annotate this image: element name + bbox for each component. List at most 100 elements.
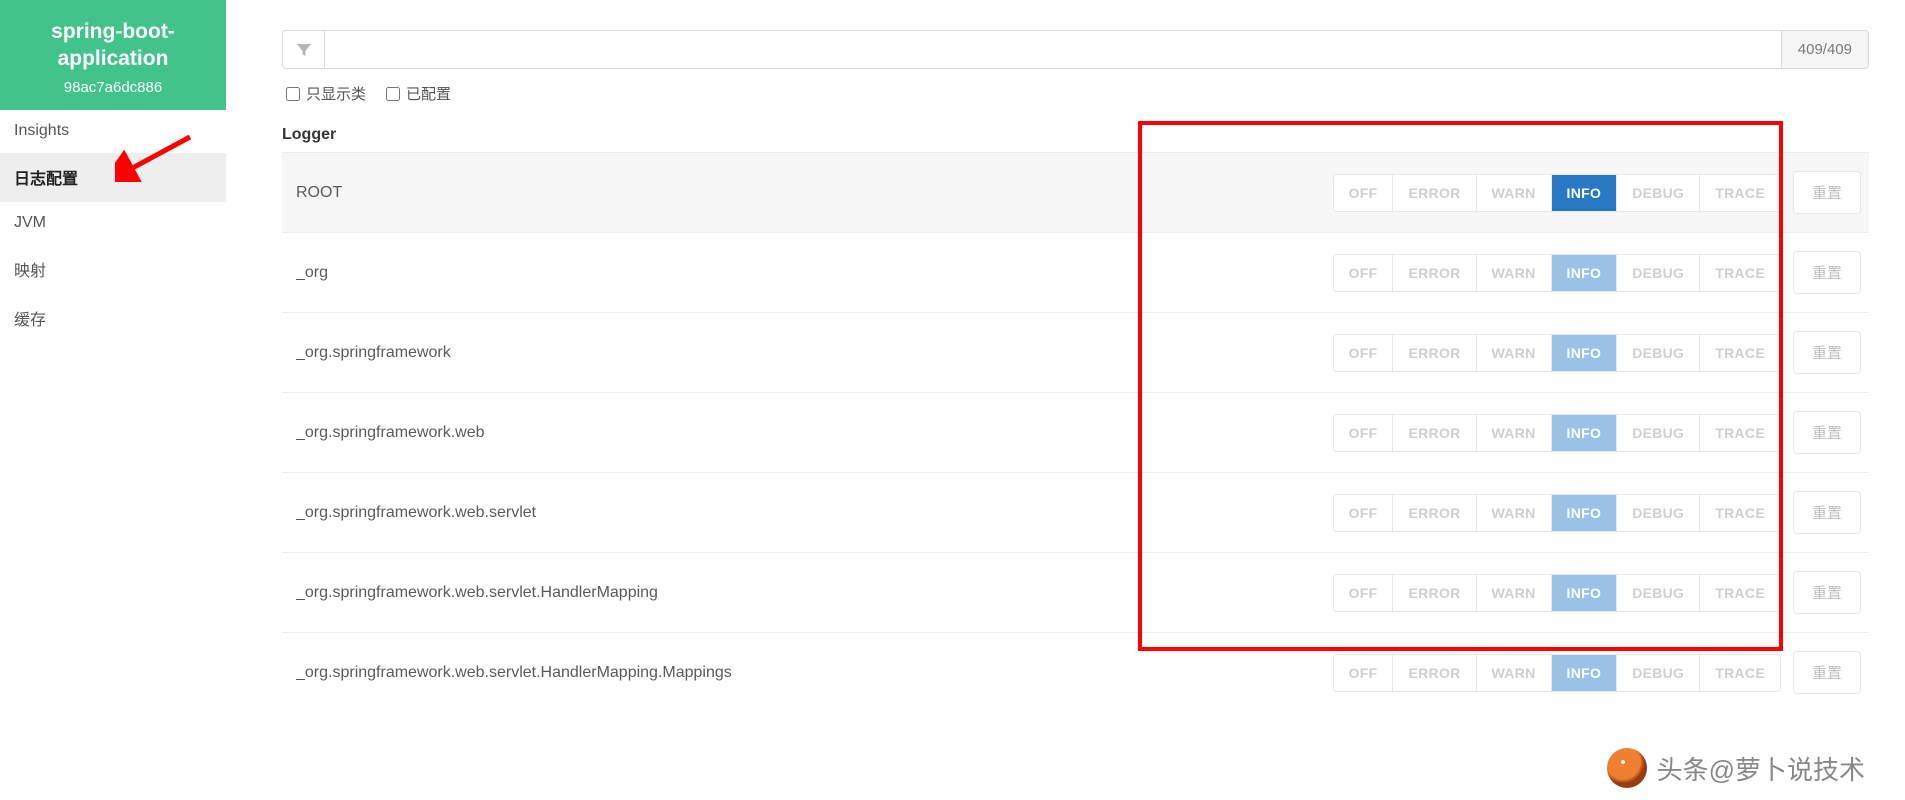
level-info-button[interactable]: INFO — [1552, 655, 1618, 691]
level-off-button[interactable]: OFF — [1334, 255, 1394, 291]
reset-button[interactable]: 重置 — [1793, 571, 1861, 614]
watermark-text: 头条@萝卜说技术 — [1657, 750, 1865, 787]
level-trace-button[interactable]: TRACE — [1700, 335, 1780, 371]
reset-button[interactable]: 重置 — [1793, 171, 1861, 214]
level-buttons: OFFERRORWARNINFODEBUGTRACE — [1333, 174, 1781, 212]
logger-controls: OFFERRORWARNINFODEBUGTRACE 重置 — [1333, 171, 1861, 214]
level-trace-button[interactable]: TRACE — [1700, 175, 1780, 211]
level-buttons: OFFERRORWARNINFODEBUGTRACE — [1333, 334, 1781, 372]
reset-button[interactable]: 重置 — [1793, 491, 1861, 534]
level-error-button[interactable]: ERROR — [1393, 495, 1476, 531]
logger-controls: OFFERRORWARNINFODEBUGTRACE 重置 — [1333, 571, 1861, 614]
logger-controls: OFFERRORWARNINFODEBUGTRACE 重置 — [1333, 491, 1861, 534]
logger-controls: OFFERRORWARNINFODEBUGTRACE 重置 — [1333, 411, 1861, 454]
filter-count: 409/409 — [1781, 31, 1868, 68]
logger-row: _org.springframework.web.servletOFFERROR… — [282, 472, 1869, 552]
level-info-button[interactable]: INFO — [1552, 415, 1618, 451]
sidebar-item-1[interactable]: 日志配置 — [0, 153, 226, 202]
level-info-button[interactable]: INFO — [1552, 175, 1618, 211]
level-trace-button[interactable]: TRACE — [1700, 415, 1780, 451]
level-error-button[interactable]: ERROR — [1393, 415, 1476, 451]
level-buttons: OFFERRORWARNINFODEBUGTRACE — [1333, 254, 1781, 292]
level-error-button[interactable]: ERROR — [1393, 575, 1476, 611]
logger-name: _org.springframework.web — [296, 424, 1333, 442]
level-trace-button[interactable]: TRACE — [1700, 575, 1780, 611]
app-instance-id: 98ac7a6dc886 — [10, 79, 216, 96]
only-classes-input[interactable] — [286, 87, 300, 101]
level-off-button[interactable]: OFF — [1334, 495, 1394, 531]
level-warn-button[interactable]: WARN — [1477, 655, 1552, 691]
level-trace-button[interactable]: TRACE — [1700, 255, 1780, 291]
level-trace-button[interactable]: TRACE — [1700, 495, 1780, 531]
logger-name: _org.springframework.web.servlet.Handler… — [296, 584, 1333, 602]
main-content: 409/409 只显示类 已配置 Logger ROOTOFFERRORWARN… — [226, 0, 1905, 800]
level-info-button[interactable]: INFO — [1552, 335, 1618, 371]
level-debug-button[interactable]: DEBUG — [1617, 175, 1700, 211]
level-debug-button[interactable]: DEBUG — [1617, 495, 1700, 531]
level-error-button[interactable]: ERROR — [1393, 335, 1476, 371]
reset-button[interactable]: 重置 — [1793, 651, 1861, 694]
reset-button[interactable]: 重置 — [1793, 411, 1861, 454]
configured-input[interactable] — [386, 87, 400, 101]
level-trace-button[interactable]: TRACE — [1700, 655, 1780, 691]
level-off-button[interactable]: OFF — [1334, 175, 1394, 211]
logger-row: ROOTOFFERRORWARNINFODEBUGTRACE 重置 — [282, 152, 1869, 232]
only-classes-label: 只显示类 — [306, 83, 366, 104]
level-info-button[interactable]: INFO — [1552, 495, 1618, 531]
level-buttons: OFFERRORWARNINFODEBUGTRACE — [1333, 494, 1781, 532]
logger-name: _org.springframework.web.servlet.Handler… — [296, 664, 1333, 682]
level-buttons: OFFERRORWARNINFODEBUGTRACE — [1333, 654, 1781, 692]
logger-name: ROOT — [296, 184, 1333, 202]
sidebar: spring-boot-application 98ac7a6dc886 Ins… — [0, 0, 226, 800]
logger-table: ROOTOFFERRORWARNINFODEBUGTRACE重置_orgOFFE… — [282, 152, 1869, 712]
reset-button[interactable]: 重置 — [1793, 251, 1861, 294]
level-debug-button[interactable]: DEBUG — [1617, 335, 1700, 371]
level-error-button[interactable]: ERROR — [1393, 255, 1476, 291]
configured-label: 已配置 — [406, 83, 451, 104]
level-off-button[interactable]: OFF — [1334, 415, 1394, 451]
sidebar-item-0[interactable]: Insights — [0, 110, 226, 153]
logger-row: _org.springframework.webOFFERRORWARNINFO… — [282, 392, 1869, 472]
watermark-avatar-icon — [1607, 748, 1647, 788]
level-error-button[interactable]: ERROR — [1393, 175, 1476, 211]
level-warn-button[interactable]: WARN — [1477, 335, 1552, 371]
logger-controls: OFFERRORWARNINFODEBUGTRACE 重置 — [1333, 251, 1861, 294]
level-warn-button[interactable]: WARN — [1477, 495, 1552, 531]
level-debug-button[interactable]: DEBUG — [1617, 575, 1700, 611]
level-off-button[interactable]: OFF — [1334, 655, 1394, 691]
logger-controls: OFFERRORWARNINFODEBUGTRACE 重置 — [1333, 331, 1861, 374]
logger-row: _org.springframework.web.servlet.Handler… — [282, 552, 1869, 632]
reset-button[interactable]: 重置 — [1793, 331, 1861, 374]
level-off-button[interactable]: OFF — [1334, 335, 1394, 371]
level-warn-button[interactable]: WARN — [1477, 255, 1552, 291]
only-classes-checkbox[interactable]: 只显示类 — [286, 83, 366, 104]
configured-checkbox[interactable]: 已配置 — [386, 83, 451, 104]
level-info-button[interactable]: INFO — [1552, 255, 1618, 291]
watermark: 头条@萝卜说技术 — [1607, 748, 1865, 788]
level-warn-button[interactable]: WARN — [1477, 575, 1552, 611]
level-debug-button[interactable]: DEBUG — [1617, 255, 1700, 291]
filter-input[interactable] — [325, 31, 1781, 68]
level-debug-button[interactable]: DEBUG — [1617, 415, 1700, 451]
sidebar-item-3[interactable]: 映射 — [0, 245, 226, 294]
logger-row: _org.springframework.web.servlet.Handler… — [282, 632, 1869, 712]
app-title: spring-boot-application — [10, 18, 216, 73]
logger-name: _org.springframework.web.servlet — [296, 504, 1333, 522]
level-off-button[interactable]: OFF — [1334, 575, 1394, 611]
filter-options: 只显示类 已配置 — [282, 83, 1869, 104]
sidebar-item-4[interactable]: 缓存 — [0, 294, 226, 343]
sidebar-nav: Insights日志配置JVM映射缓存 — [0, 110, 226, 343]
logger-section-title: Logger — [282, 126, 1869, 144]
level-warn-button[interactable]: WARN — [1477, 175, 1552, 211]
filter-icon — [283, 31, 325, 68]
logger-name: _org — [296, 264, 1333, 282]
logger-controls: OFFERRORWARNINFODEBUGTRACE 重置 — [1333, 651, 1861, 694]
logger-row: _orgOFFERRORWARNINFODEBUGTRACE 重置 — [282, 232, 1869, 312]
app-header: spring-boot-application 98ac7a6dc886 — [0, 0, 226, 110]
logger-row: _org.springframeworkOFFERRORWARNINFODEBU… — [282, 312, 1869, 392]
level-error-button[interactable]: ERROR — [1393, 655, 1476, 691]
sidebar-item-2[interactable]: JVM — [0, 202, 226, 245]
level-warn-button[interactable]: WARN — [1477, 415, 1552, 451]
level-info-button[interactable]: INFO — [1552, 575, 1618, 611]
level-debug-button[interactable]: DEBUG — [1617, 655, 1700, 691]
